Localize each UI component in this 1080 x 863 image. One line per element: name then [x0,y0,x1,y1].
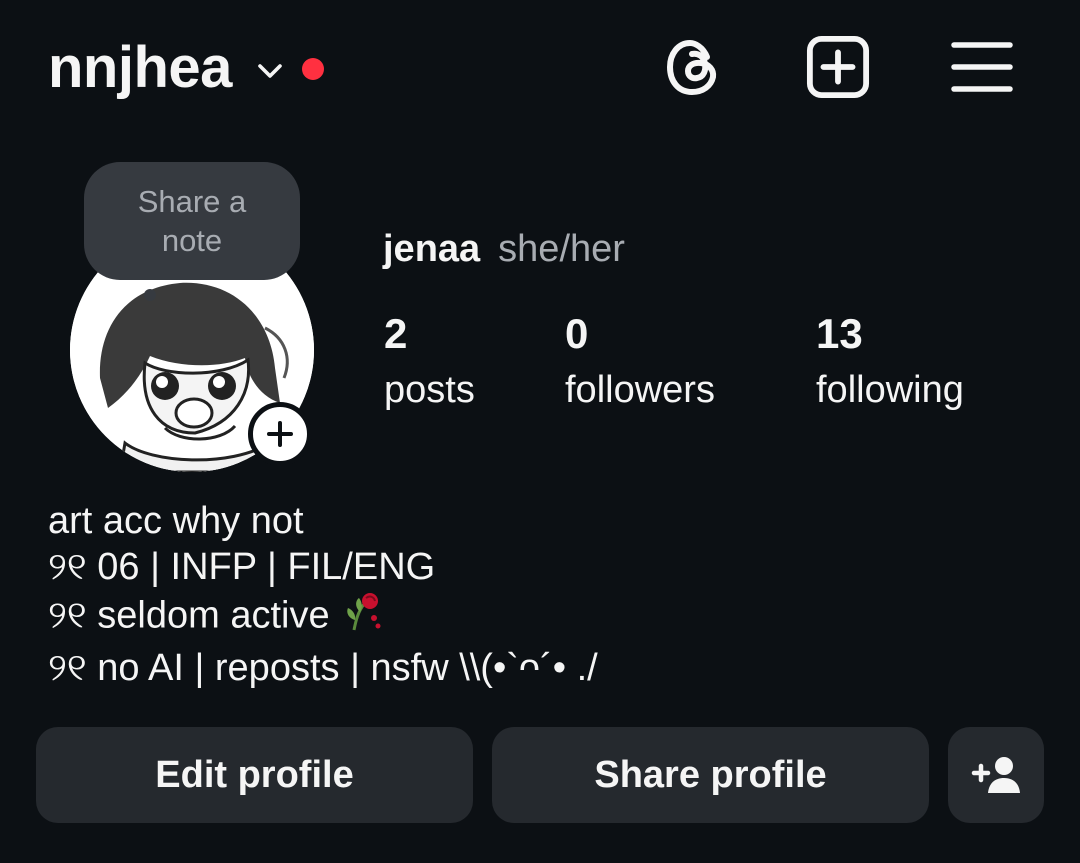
display-name: jenaa [383,228,481,270]
note-bubble-tail [144,289,156,301]
create-post-icon[interactable] [806,34,870,100]
followers-count[interactable]: 0 followers [565,310,715,416]
account-switcher[interactable]: nnjhea [48,30,324,106]
bio-line: ୨୧ no AI | reposts | nsfw \\(•`ᴖ´• ./ [48,647,598,689]
bio-line-text: ୨୧ seldom active [48,594,330,637]
add-story-button[interactable] [248,402,312,466]
edit-profile-button[interactable]: Edit profile [36,727,473,823]
following-count[interactable]: 13 following [816,310,964,416]
add-person-icon [971,757,1020,793]
username[interactable]: nnjhea [48,30,232,106]
bio-line: art acc why not [48,500,304,542]
display-name-row: jenaa she/her [383,228,625,271]
note-bubble[interactable]: Share a note [84,162,300,280]
plus-icon [267,421,293,447]
chevron-down-icon[interactable] [254,55,286,87]
stat-value: 0 [565,310,589,357]
notification-dot [301,58,324,80]
wilted-rose-icon [340,590,384,645]
bio-line: ୨୧ seldom active [48,590,598,645]
menu-icon[interactable] [950,34,1014,100]
stat-label: following [816,369,964,411]
share-profile-button[interactable]: Share profile [492,727,929,823]
bio: art acc why not ୨୧ 06 | INFP | FIL/ENG ୨… [48,498,598,691]
discover-people-button[interactable] [948,727,1044,823]
note-placeholder[interactable]: Share a note [117,182,267,260]
posts-count[interactable]: 2 posts [384,310,475,416]
stat-value: 13 [816,310,863,357]
pronouns: she/her [498,228,625,270]
stat-value: 2 [384,310,408,357]
threads-icon[interactable] [662,34,726,100]
stat-label: followers [565,369,715,411]
bio-line: ୨୧ 06 | INFP | FIL/ENG [48,546,436,588]
stat-label: posts [384,369,475,411]
top-bar: nnjhea [0,0,1080,140]
